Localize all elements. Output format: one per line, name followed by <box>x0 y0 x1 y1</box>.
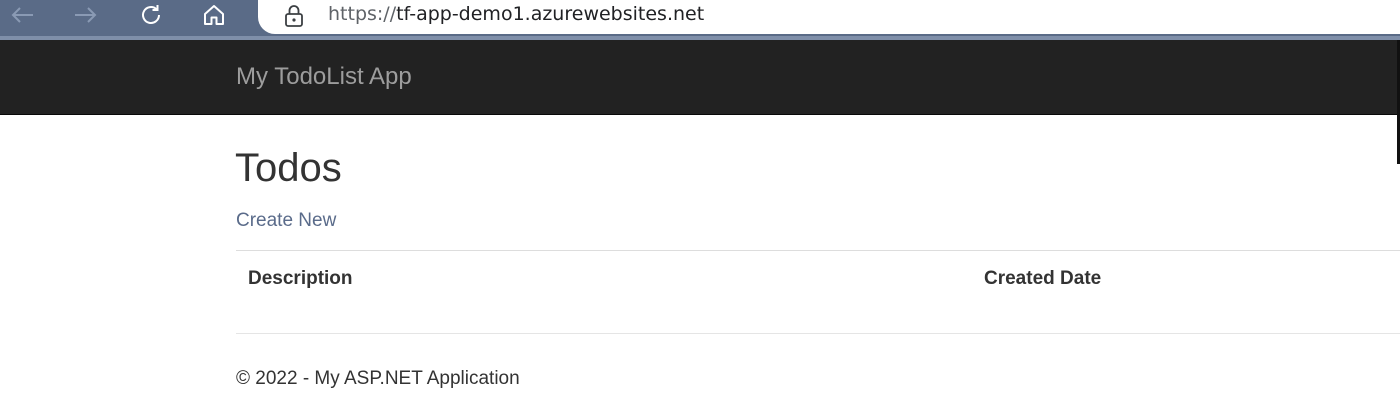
forward-button[interactable] <box>66 0 106 30</box>
url-host: tf-app-demo1.azurewebsites.net <box>396 3 705 25</box>
lock-icon[interactable] <box>284 4 304 33</box>
address-bar[interactable]: https://tf-app-demo1.azurewebsites.net <box>258 0 1400 34</box>
browser-toolbar: https://tf-app-demo1.azurewebsites.net <box>0 0 1400 36</box>
forward-arrow-icon <box>73 5 99 25</box>
footer-divider <box>236 333 1400 334</box>
back-button[interactable] <box>2 0 42 30</box>
column-header-created-date: Created Date <box>972 250 1400 308</box>
footer-text: © 2022 - My ASP.NET Application <box>236 368 520 389</box>
url-text: https://tf-app-demo1.azurewebsites.net <box>328 3 704 25</box>
home-icon <box>202 3 226 27</box>
todos-table: Description Created Date <box>236 250 1400 309</box>
refresh-icon <box>139 3 163 27</box>
back-arrow-icon <box>9 5 35 25</box>
refresh-button[interactable] <box>131 0 171 30</box>
brand-link[interactable]: My TodoList App <box>236 63 412 91</box>
page-title: Todos <box>235 146 342 190</box>
column-header-description: Description <box>236 250 972 308</box>
create-new-link[interactable]: Create New <box>236 210 336 232</box>
home-button[interactable] <box>194 0 234 30</box>
table-header-row: Description Created Date <box>236 250 1400 308</box>
app-navbar: My TodoList App <box>0 40 1400 115</box>
url-scheme: https:// <box>328 3 397 25</box>
